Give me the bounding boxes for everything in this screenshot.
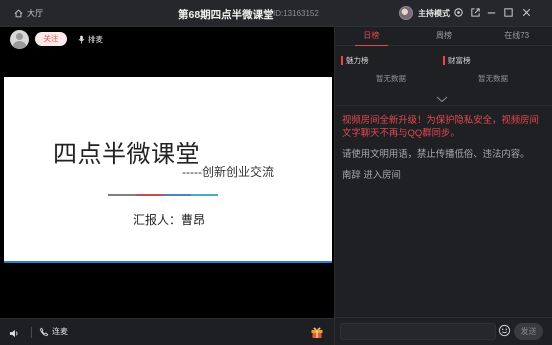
wealth-rank-empty: 暂无数据: [478, 74, 508, 83]
video-stage: 关注 排麦 四点半微课堂 -----创新创业交流 汇报人：曹昂: [0, 27, 334, 318]
join-message: 南辞 进入房间: [342, 169, 401, 180]
wealth-rank-title: 财富榜: [448, 56, 471, 65]
charm-rank-header: 魅力榜: [341, 55, 441, 66]
side-panel: 日榜 周榜 在线73 魅力榜 暂无数据 财富榜 暂无数据 视频房间全新升级！为保…: [334, 27, 552, 345]
chat-input[interactable]: [340, 323, 496, 340]
slide-decorative-lines: [108, 194, 218, 196]
charm-rank-title: 魅力榜: [346, 56, 369, 65]
send-button[interactable]: 发送: [514, 323, 543, 340]
slide-title: 四点半微课堂: [53, 140, 200, 168]
slide-subtitle: -----创新创业交流: [182, 165, 274, 179]
volume-icon[interactable]: [9, 326, 20, 338]
presenter-avatar[interactable]: [10, 30, 29, 49]
maximize-icon[interactable]: [503, 7, 514, 18]
rank-marker: [341, 56, 343, 65]
slide-line: [190, 194, 218, 196]
tab-online[interactable]: 在线73: [480, 27, 552, 45]
slide-reporter: 汇报人：曹昂: [133, 213, 206, 227]
room-title: 第68期四点半微课堂: [178, 9, 274, 21]
follow-button[interactable]: 关注: [35, 32, 67, 46]
lobby-label: 大厅: [27, 9, 43, 18]
wealth-rank-header: 财富榜: [443, 55, 543, 66]
charm-rank-empty: 暂无数据: [376, 74, 406, 83]
microphone-icon: [78, 35, 85, 44]
chat-composer: 发送: [335, 317, 552, 345]
minimize-icon[interactable]: [486, 7, 497, 18]
mic-queue-button[interactable]: 排麦: [78, 34, 103, 45]
phone-icon: [39, 327, 49, 336]
divider: [335, 105, 552, 106]
chevron-down-icon[interactable]: [436, 96, 448, 103]
wealth-rank: 财富榜 暂无数据: [443, 55, 543, 84]
rank-tabs: 日榜 周榜 在线73: [335, 27, 552, 46]
control-bar: 连麦: [0, 318, 334, 345]
tab-daily-rank[interactable]: 日榜: [335, 27, 408, 46]
emoji-icon[interactable]: [498, 324, 511, 337]
gift-icon[interactable]: [310, 325, 324, 339]
connect-mic-label: 连麦: [52, 327, 68, 336]
charm-rank: 魅力榜 暂无数据: [341, 55, 441, 84]
lobby-button[interactable]: 大厅: [14, 8, 43, 19]
popout-icon[interactable]: [470, 7, 481, 18]
close-icon[interactable]: [521, 7, 532, 18]
divider: [31, 327, 32, 338]
mic-queue-label: 排麦: [88, 35, 103, 44]
rules-message: 请使用文明用语，禁止传播低俗、违法内容。: [342, 148, 530, 159]
slide-line: [108, 194, 136, 196]
system-notice: 视频房间全新升级！为保护隐私安全，视频房间文字聊天不再与QQ群同步。: [342, 114, 539, 138]
connect-mic-button[interactable]: 连麦: [39, 326, 68, 337]
room-id: ID:13163152: [273, 9, 319, 18]
title-bar: 大厅 第68期四点半微课堂 ID:13163152 主持模式: [0, 0, 552, 27]
app-window: 大厅 第68期四点半微课堂 ID:13163152 主持模式 关注 排麦 四点半…: [0, 0, 552, 345]
host-mode-label[interactable]: 主持模式: [418, 8, 450, 19]
presentation-slide: 四点半微课堂 -----创新创业交流 汇报人：曹昂: [4, 77, 332, 263]
home-icon: [14, 9, 23, 18]
tab-weekly-rank[interactable]: 周榜: [408, 27, 481, 45]
slide-line: [163, 194, 191, 196]
slide-line: [135, 194, 163, 196]
settings-icon[interactable]: [453, 7, 464, 18]
host-avatar[interactable]: [399, 6, 413, 20]
rank-marker: [443, 56, 445, 65]
